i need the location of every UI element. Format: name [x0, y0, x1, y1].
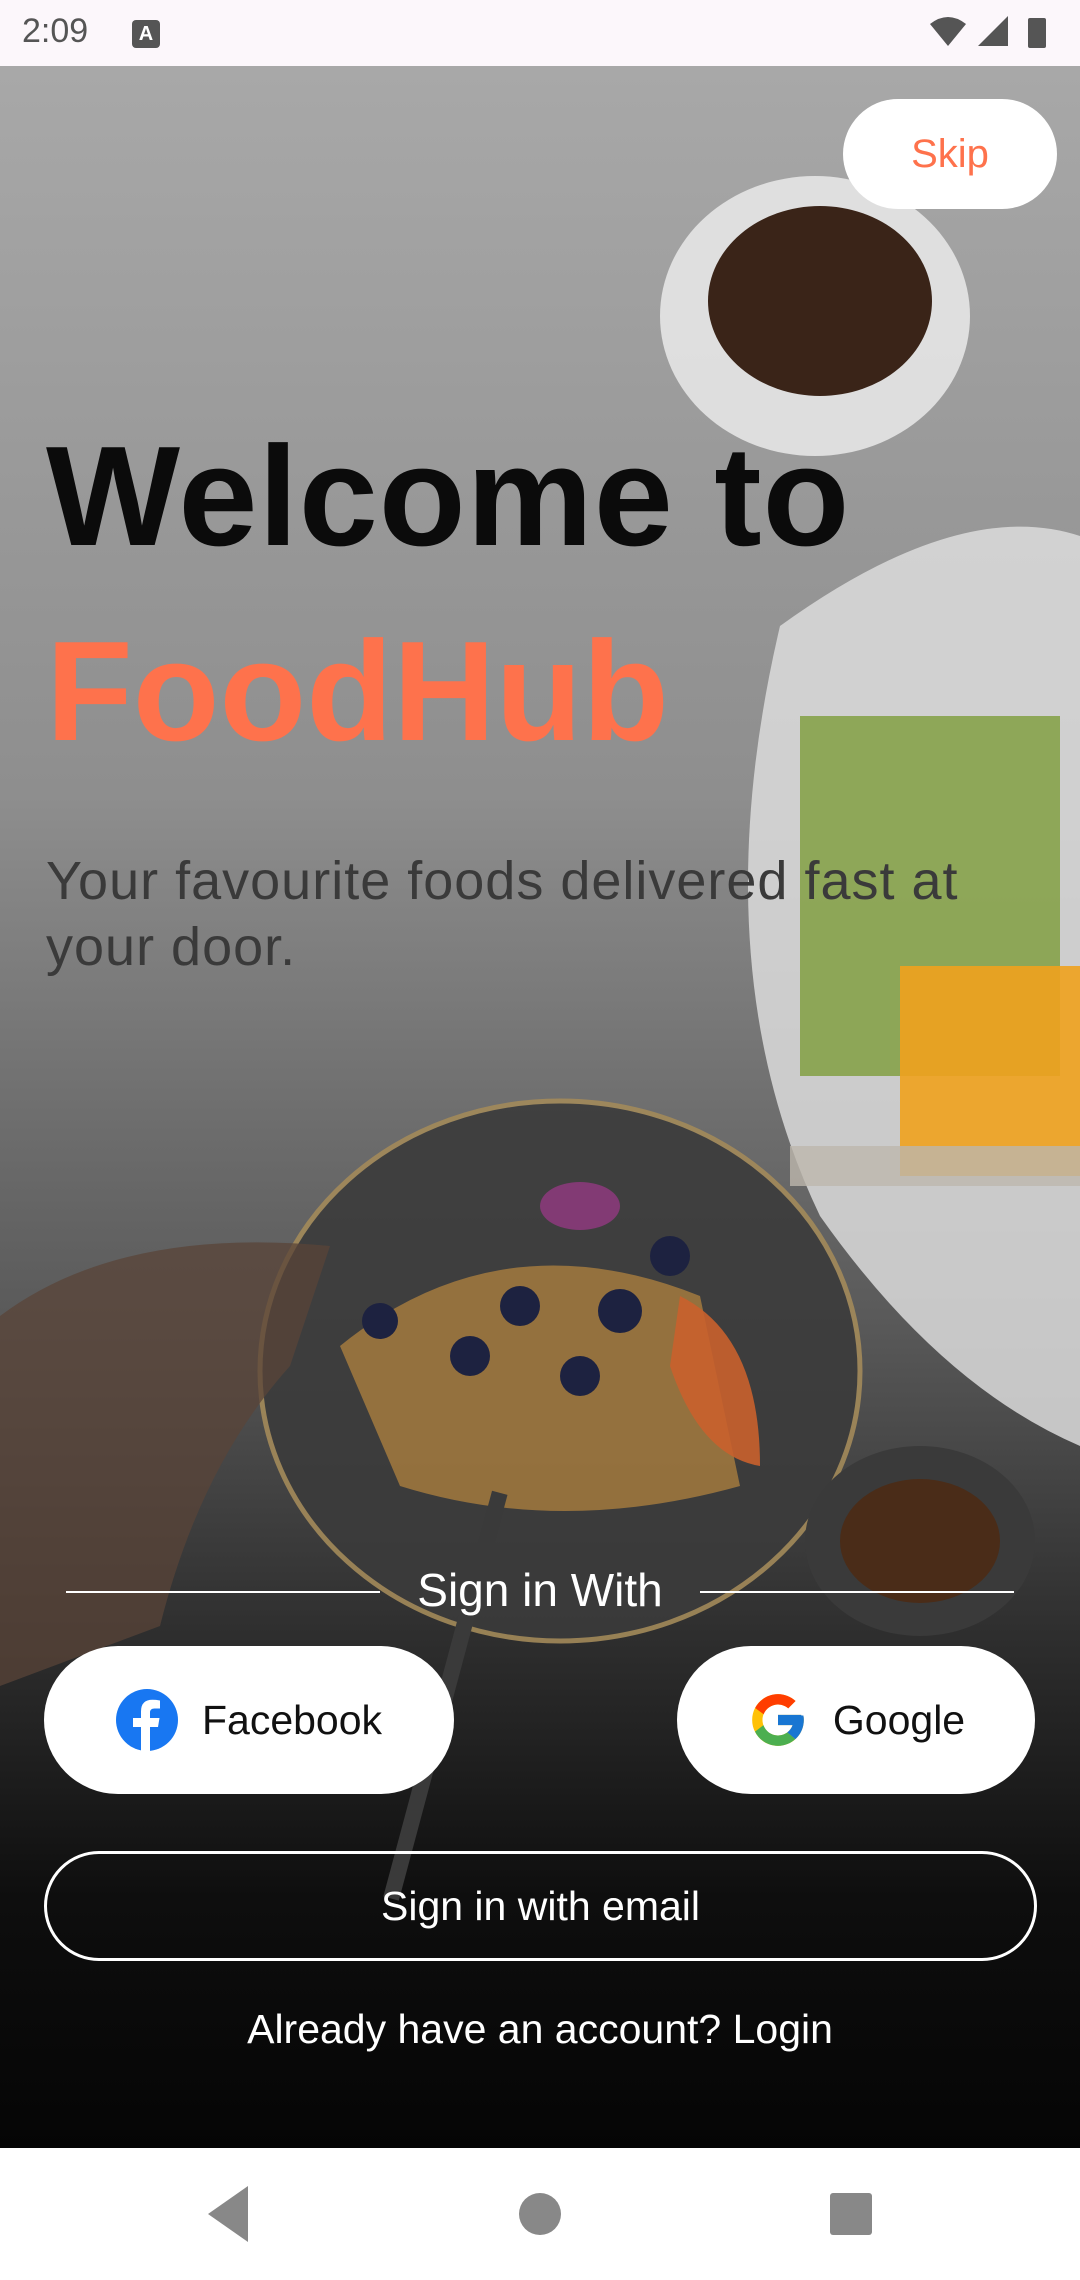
status-time: 2:09 [22, 12, 89, 50]
divider-line-right [700, 1591, 1014, 1593]
recents-nav-icon[interactable] [828, 2178, 874, 2250]
login-link[interactable]: Already have an account? Login [0, 2006, 1080, 2053]
signal-icon [978, 16, 1008, 46]
status-icons [930, 16, 1046, 48]
status-bar: 2:09 A [0, 0, 1080, 66]
home-nav-icon[interactable] [517, 2178, 563, 2250]
google-icon [752, 1694, 804, 1746]
facebook-button[interactable]: Facebook [44, 1646, 454, 1794]
skip-button[interactable]: Skip [843, 99, 1057, 209]
battery-icon [1028, 18, 1046, 48]
sign-in-divider: Sign in With [66, 1563, 1014, 1623]
tagline: Your favourite foods delivered fast at y… [46, 851, 959, 977]
welcome-hero: Skip Welcome to FoodHub Your favourite f… [0, 66, 1080, 2148]
system-navigation-bar [0, 2148, 1080, 2280]
keyboard-notification-icon: A [132, 20, 160, 48]
back-nav-icon[interactable] [200, 2178, 252, 2250]
facebook-button-label: Facebook [201, 1696, 383, 1743]
food-background-image [0, 176, 1080, 1901]
google-button[interactable]: Google [677, 1646, 1035, 1794]
facebook-icon [115, 1689, 178, 1751]
google-button-label: Google [832, 1696, 966, 1743]
wifi-icon [930, 17, 966, 46]
welcome-heading: Welcome to [46, 417, 851, 576]
brand-title: FoodHub [46, 612, 669, 771]
sign-in-with-label: Sign in With [417, 1564, 663, 1616]
sign-in-email-button[interactable]: Sign in with email [44, 1851, 1037, 1961]
